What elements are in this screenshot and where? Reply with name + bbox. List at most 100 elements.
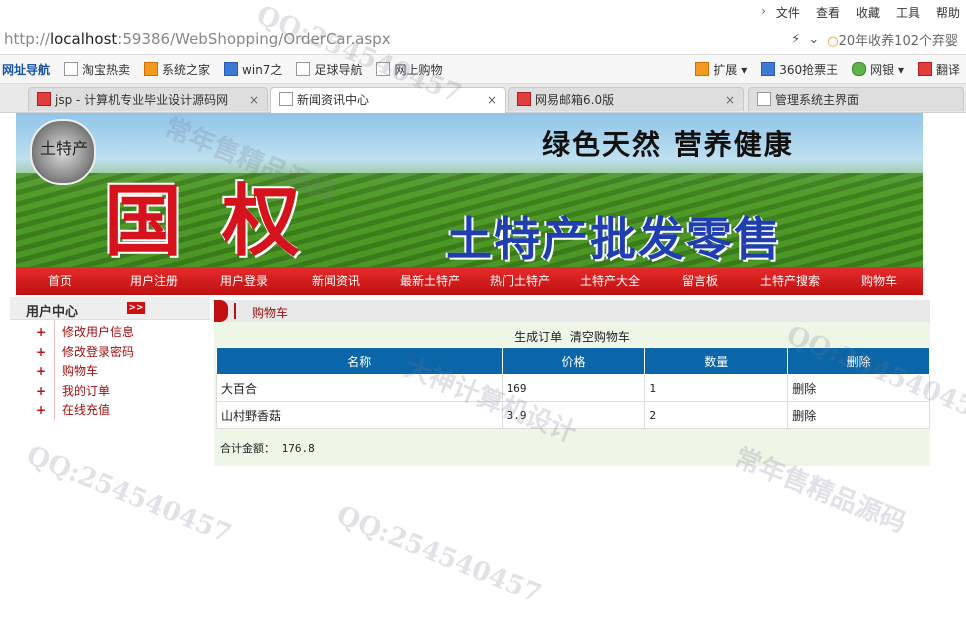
browser-menu-bar: › 文件 查看 收藏 工具 帮助 [0,0,966,24]
plus-icon: + [36,383,47,398]
double-arrow-icon[interactable]: >> [127,302,145,314]
cart-table: 名称 价格 数量 删除 大百合 169 1 删除 山村野香菇 3.9 2 删除 [216,347,930,429]
translate-icon [917,62,932,76]
cell-name: 大百合 [216,374,503,402]
plus-icon: + [36,325,47,339]
cell-qty: 2 [644,401,789,429]
fav-xitong[interactable]: 系统之家 [144,61,210,78]
col-header-price: 价格 [501,347,646,375]
grid-icon [695,62,710,76]
bank-button[interactable]: 网银 ▾ [852,61,904,78]
fav-shopping[interactable]: 网上购物 [376,61,442,78]
col-header-qty: 数量 [644,347,789,375]
nav-cart[interactable]: 购物车 [854,267,904,295]
url-field[interactable]: http://localhost:59386/WebShopping/Order… [4,30,391,48]
menu-tools[interactable]: 工具 [896,4,920,21]
nav-home[interactable]: 首页 [38,267,82,295]
nav-hot[interactable]: 热门土特产 [482,267,558,295]
user-center-sidebar: 用户中心 >> + 修改用户信息 + 修改登录密码 + 购物车 + 我的订单 + 在线充值 [10,297,210,640]
cell-name: 山村野香菇 [216,401,503,429]
page-icon [757,92,771,106]
translate-button[interactable]: 翻译 [917,61,960,78]
tab-jsp[interactable]: jsp - 计算机专业毕业设计源码网 × [28,87,268,111]
mail-icon [517,92,531,106]
ticket-icon [761,62,776,76]
fav-taobao[interactable]: 淘宝热卖 [64,61,130,78]
sidebar-menu: + 修改用户信息 + 修改登录密码 + 购物车 + 我的订单 + 在线充值 [36,323,134,421]
banner-brand: 国权 [104,176,341,267]
site-banner: 土特产 绿色天然 营养健康 国权 土特产批发零售 [16,113,923,267]
nav-register[interactable]: 用户注册 [124,267,184,295]
tab-bar: jsp - 计算机专业毕业设计源码网 × 新闻资讯中心 × 网易邮箱6.0版 ×… [0,84,966,113]
menu-view[interactable]: 查看 [816,4,840,21]
menu-favorites[interactable]: 收藏 [856,4,880,21]
menu-help[interactable]: 帮助 [936,4,960,21]
chevron-right-icon[interactable]: › [761,4,766,21]
sidebar-header: 用户中心 >> [10,297,210,320]
sidebar-title: 用户中心 [26,305,79,320]
plus-icon: + [36,403,47,417]
sidebar-item-orders[interactable]: + 我的订单 [36,382,134,402]
address-bar[interactable]: http://localhost:59386/WebShopping/Order… [0,24,966,55]
breadcrumb-title: 购物车 [252,306,289,320]
globe-icon [224,62,239,76]
nav-guestbook[interactable]: 留言板 [670,267,730,295]
table-header-row: 名称 价格 数量 删除 [216,347,930,375]
menu-file[interactable]: 文件 [776,4,800,21]
banner-slogan: 绿色天然 营养健康 [542,128,794,161]
delete-link[interactable]: 删除 [787,401,930,429]
sidebar-item-cart[interactable]: + 购物车 [36,362,134,382]
tab-mail[interactable]: 网易邮箱6.0版 × [508,87,744,111]
cell-qty: 1 [644,374,789,402]
delete-link[interactable]: 删除 [787,374,930,402]
compat-icon[interactable]: ⚡ [791,32,800,47]
site-logo: 土特产 [30,119,96,185]
close-icon[interactable]: × [725,88,735,112]
cart-total: 合计金额： 176.8 [220,440,315,456]
search-suggestion[interactable]: ○20年收养102个弃婴 [827,30,958,49]
table-row: 大百合 169 1 删除 [216,374,930,402]
total-label: 合计金额： [220,442,275,455]
col-header-delete: 删除 [787,347,930,375]
chevron-down-icon[interactable]: ⌄ [808,32,819,47]
watermark: QQ:254540457 [332,500,546,610]
page-icon [279,92,293,106]
nav-search[interactable]: 土特产搜索 [752,267,828,295]
cell-price: 169 [501,374,646,402]
favorites-bar: 网址导航 淘宝热卖 系统之家 win7之 足球导航 网上购物 扩展 ▾ 360抢… [0,55,966,84]
tab-admin[interactable]: 管理系统主界面 [748,87,964,111]
nav-news[interactable]: 新闻资讯 [306,267,366,295]
fav-nav[interactable]: 网址导航 [2,61,50,78]
close-icon[interactable]: × [487,88,497,112]
tab-news[interactable]: 新闻资讯中心 × [270,87,506,113]
sidebar-item-edit-profile[interactable]: + 修改用户信息 [36,323,134,343]
ticket-button[interactable]: 360抢票王 [761,61,838,78]
page-icon [296,62,311,76]
table-row: 山村野香菇 3.9 2 删除 [216,401,930,429]
cart-actions: 生成订单 清空购物车 [214,328,930,345]
plus-icon: + [36,364,47,378]
clear-cart-link[interactable]: 清空购物车 [570,330,630,344]
page-icon [64,62,79,76]
extensions-button[interactable]: 扩展 ▾ [695,61,747,78]
breadcrumb-separator [234,303,236,319]
nav-latest[interactable]: 最新土特产 [392,267,468,295]
sidebar-item-recharge[interactable]: + 在线充值 [36,401,134,421]
close-icon[interactable]: × [249,88,259,112]
nav-login[interactable]: 用户登录 [214,267,274,295]
fav-win7[interactable]: win7之 [224,61,282,78]
bank-icon [852,62,867,76]
breadcrumb-marker [214,300,228,322]
col-header-name: 名称 [216,347,503,375]
fav-football[interactable]: 足球导航 [296,61,362,78]
banner-tagline: 土特产批发零售 [446,212,782,266]
sidebar-item-change-password[interactable]: + 修改登录密码 [36,343,134,363]
total-value: 176.8 [281,442,315,455]
search-icon: ○ [827,34,839,49]
cart-panel: 生成订单 清空购物车 名称 价格 数量 删除 大百合 169 1 删除 山村野香… [214,322,930,466]
windows-icon [144,62,159,76]
generate-order-link[interactable]: 生成订单 [514,330,562,344]
breadcrumb: 购物车 [214,300,930,322]
page-icon [376,62,391,76]
nav-all[interactable]: 土特产大全 [572,267,648,295]
